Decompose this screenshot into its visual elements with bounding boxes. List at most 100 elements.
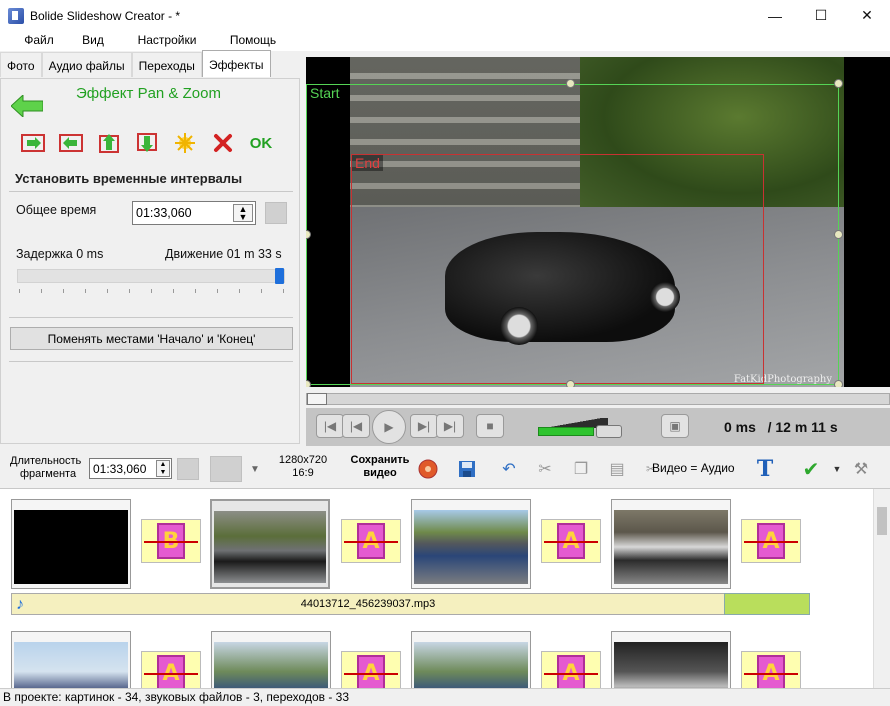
duration-spinner[interactable]: ▲ ▼ <box>156 460 170 477</box>
go-end-icon[interactable]: ▶| <box>436 414 464 438</box>
text-icon[interactable]: T <box>754 456 776 482</box>
volume-slider[interactable] <box>538 427 594 436</box>
slide-thumbnail[interactable] <box>411 631 531 688</box>
playback-progress[interactable] <box>306 393 890 405</box>
transition-thumbnail[interactable]: A <box>341 519 401 563</box>
volume-knob[interactable] <box>596 425 622 438</box>
end-frame[interactable]: End <box>351 154 764 384</box>
total-time-value: 01:33,060 <box>136 206 192 220</box>
prev-icon[interactable]: |◀ <box>342 414 370 438</box>
tab-effects[interactable]: Эффекты <box>201 50 271 77</box>
tab-audio[interactable]: Аудио файлы <box>41 52 132 77</box>
color-swatch[interactable] <box>265 202 287 224</box>
video-equals-audio-label[interactable]: Видео = Аудио <box>652 461 735 475</box>
copy-icon[interactable]: ❐ <box>570 458 592 480</box>
maximize-button[interactable]: ☐ <box>798 0 844 31</box>
title-bar: Bolide Slideshow Creator - * — ☐ ✕ <box>0 0 890 31</box>
playback-controls: |◀ |◀ ▶ ▶| ▶| ■ ▣ 0 ms / 12 m 11 s <box>306 408 890 446</box>
undo-icon[interactable]: ↶ <box>498 458 520 480</box>
save-video-button[interactable]: Сохранить видео <box>343 454 417 480</box>
slider-thumb[interactable] <box>275 268 284 284</box>
play-icon[interactable]: ▶ <box>372 410 406 444</box>
menu-help[interactable]: Помощь <box>228 31 278 51</box>
swap-start-end-button[interactable]: Поменять местами 'Начало' и 'Конец' <box>10 327 293 350</box>
preview-area[interactable]: FatKidPhotography Start End <box>306 57 890 387</box>
checkmark-icon[interactable]: ✔ <box>800 458 822 481</box>
audio-track[interactable]: ♪ 44013712_456239037.mp3 <box>11 593 725 615</box>
slide-thumbnail-selected[interactable] <box>210 499 330 589</box>
tab-photo[interactable]: Фото <box>0 52 42 77</box>
menu-settings[interactable]: Настройки <box>136 31 198 51</box>
divider <box>9 191 293 192</box>
total-time-label: Общее время <box>16 203 97 217</box>
slide-thumbnail[interactable] <box>611 499 731 589</box>
menu-view[interactable]: Вид <box>80 31 106 51</box>
back-arrow-icon[interactable] <box>11 95 43 117</box>
transition-thumbnail[interactable]: A <box>341 651 401 688</box>
frame-handle[interactable] <box>566 380 575 387</box>
timeline-toolbar: Длительность фрагмента 01:33,060 ▲ ▼ ▼ 12… <box>0 450 890 488</box>
menu-file[interactable]: Файл <box>22 31 56 51</box>
slide-thumbnail[interactable] <box>411 499 531 589</box>
go-start-icon[interactable]: |◀ <box>316 414 344 438</box>
transition-thumbnail[interactable]: A <box>741 651 801 688</box>
frame-handle[interactable] <box>306 380 311 387</box>
divider <box>9 361 293 362</box>
effect-toolbar: OK <box>19 131 275 155</box>
center-icon[interactable] <box>171 131 199 155</box>
fragment-duration-field[interactable]: 01:33,060 ▲ ▼ <box>89 458 172 479</box>
duration-slider[interactable] <box>17 268 285 284</box>
slide-thumbnail[interactable] <box>211 631 331 688</box>
divider <box>9 317 293 318</box>
close-button[interactable]: ✕ <box>844 0 890 31</box>
transition-thumbnail[interactable]: A <box>741 519 801 563</box>
tools-icon[interactable]: ⚒ <box>850 458 872 480</box>
window-title: Bolide Slideshow Creator - * <box>30 8 181 23</box>
slide-thumbnail[interactable] <box>611 631 731 688</box>
transition-thumbnail[interactable]: A <box>141 651 201 688</box>
time-readout: 0 ms / 12 m 11 s <box>724 419 838 435</box>
frame-handle[interactable] <box>566 79 575 88</box>
stop-icon[interactable]: ■ <box>476 414 504 438</box>
intervals-title: Установить временные интервалы <box>15 171 243 186</box>
frame-handle[interactable] <box>834 79 843 88</box>
effect-title: Эффект Pan & Zoom <box>76 85 221 102</box>
minimize-button[interactable]: — <box>752 0 798 31</box>
transition-thumbnail[interactable]: A <box>541 519 601 563</box>
resolution-label[interactable]: 1280x720 16:9 <box>278 454 328 480</box>
delete-icon[interactable] <box>209 131 237 155</box>
music-note-icon: ♪ <box>16 596 24 613</box>
paste-icon[interactable]: ▤ <box>606 458 628 480</box>
move-right-icon[interactable] <box>19 131 47 155</box>
record-icon[interactable] <box>417 458 439 480</box>
progress-knob[interactable] <box>307 393 327 405</box>
move-down-icon[interactable] <box>133 131 161 155</box>
chevron-down-icon[interactable]: ▼ <box>244 458 266 480</box>
frame-handle[interactable] <box>834 380 843 387</box>
transition-thumbnail[interactable]: A <box>541 651 601 688</box>
thumbnail-box[interactable] <box>210 456 242 482</box>
transition-thumbnail[interactable]: B <box>141 519 201 563</box>
slide-thumbnail[interactable] <box>11 631 131 688</box>
storyboard: B A A A ♪ 44013712_456239037.mp3 A A A A <box>0 488 890 688</box>
tab-transitions[interactable]: Переходы <box>131 52 202 77</box>
time-spinner[interactable]: ▲ ▼ <box>233 204 253 222</box>
save-icon[interactable] <box>456 458 478 480</box>
fullscreen-icon[interactable]: ▣ <box>661 414 689 438</box>
move-up-icon[interactable] <box>95 131 123 155</box>
move-left-icon[interactable] <box>57 131 85 155</box>
slide-thumbnail[interactable] <box>11 499 131 589</box>
background-color-swatch[interactable] <box>177 458 199 480</box>
frame-handle[interactable] <box>834 230 843 239</box>
audio-track-extra[interactable] <box>724 593 810 615</box>
storyboard-scrollbar[interactable] <box>873 489 890 688</box>
chevron-down-icon[interactable]: ▼ <box>826 458 848 480</box>
total-time-field[interactable]: 01:33,060 ▲ ▼ <box>132 201 256 225</box>
next-icon[interactable]: ▶| <box>410 414 438 438</box>
scrollbar-thumb[interactable] <box>877 507 887 535</box>
start-label: Start <box>307 85 343 101</box>
ok-button[interactable]: OK <box>247 131 275 155</box>
cut-icon[interactable]: ✂ <box>534 458 556 480</box>
end-label: End <box>352 155 383 171</box>
slider-ticks <box>19 289 285 293</box>
